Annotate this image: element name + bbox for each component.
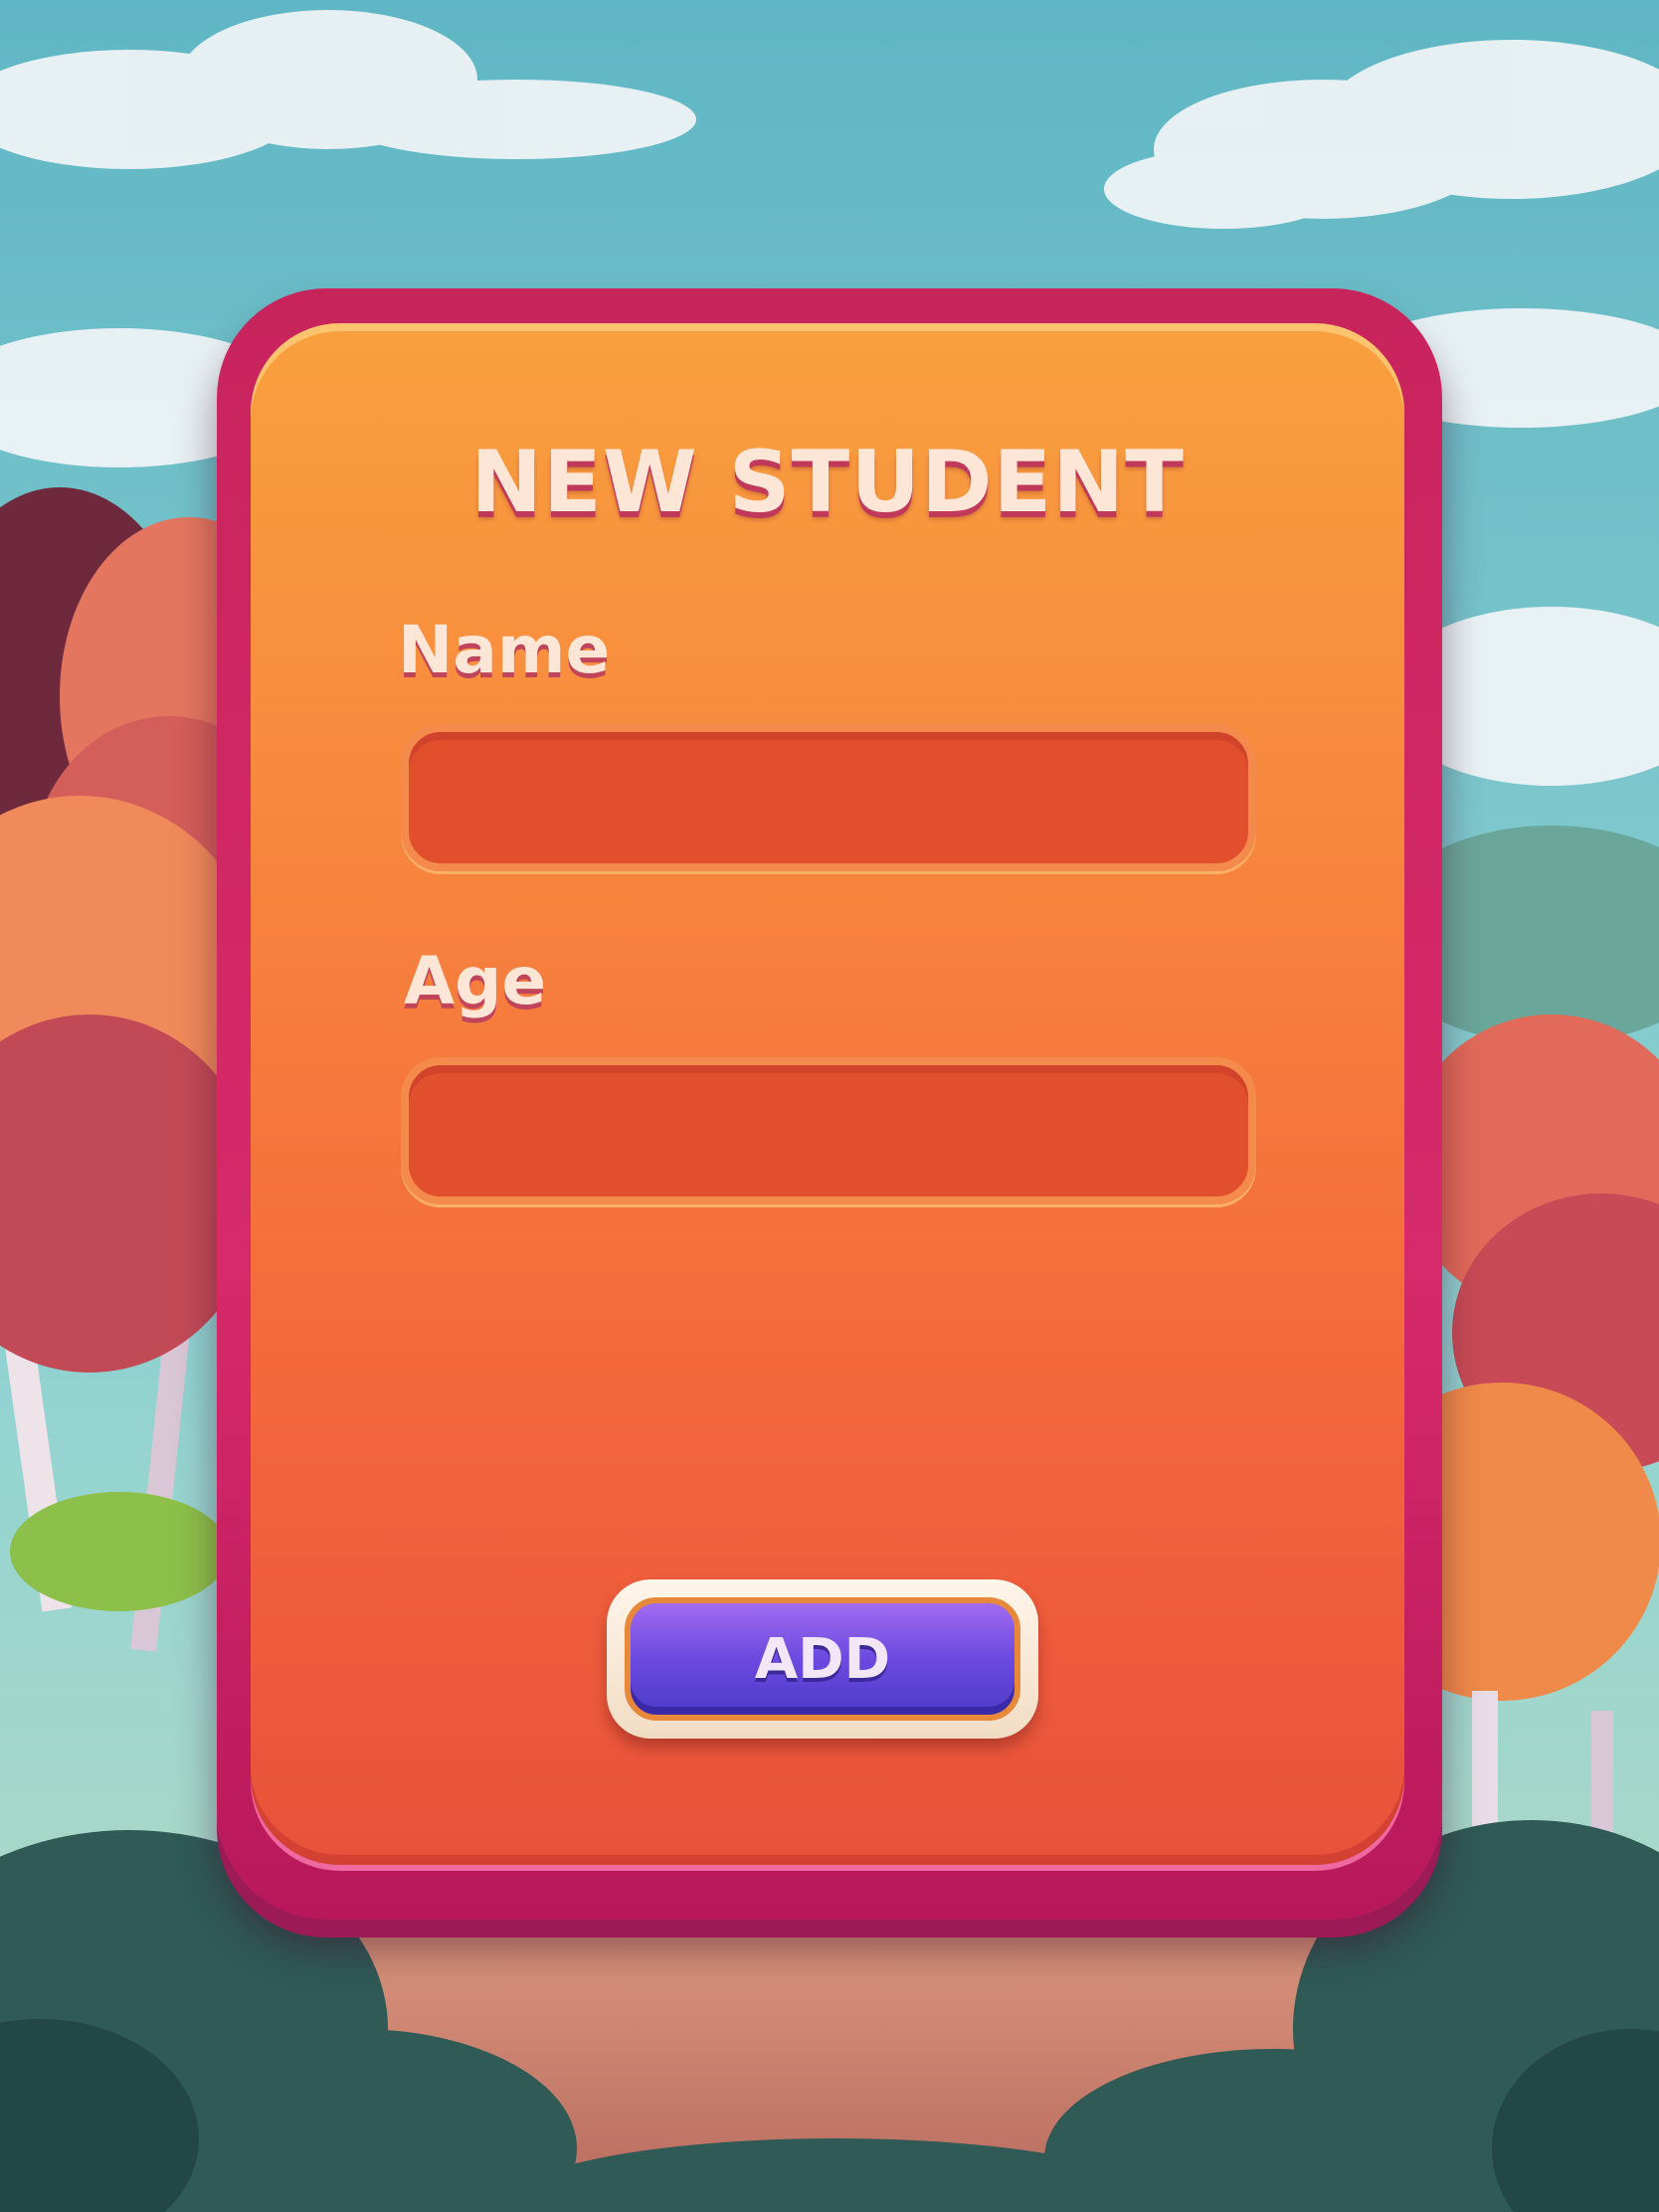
age-label: Age: [404, 943, 547, 1019]
add-button-label: ADD: [754, 1626, 891, 1692]
name-label: Name: [398, 612, 611, 688]
age-field[interactable]: [409, 1065, 1248, 1197]
name-field[interactable]: [409, 732, 1248, 863]
age-field-container: [401, 1057, 1256, 1204]
add-button[interactable]: ADD: [625, 1597, 1020, 1721]
dialog-title: NEW STUDENT: [470, 433, 1185, 532]
name-field-container: [401, 724, 1256, 871]
